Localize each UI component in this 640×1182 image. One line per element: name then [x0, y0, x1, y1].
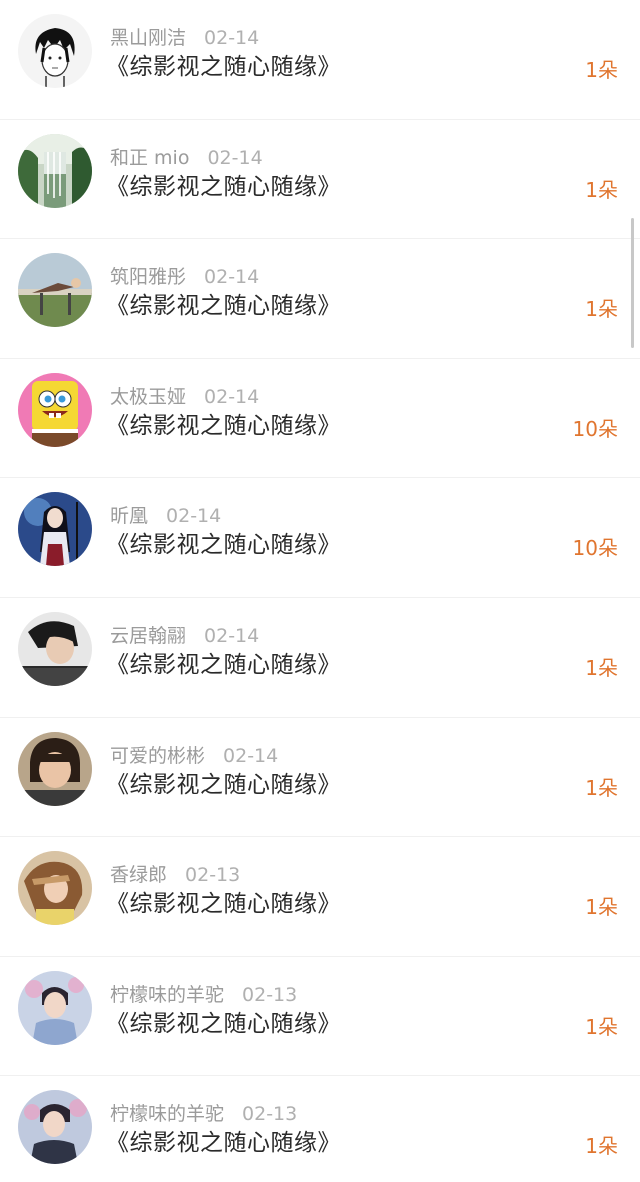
user-name[interactable]: 可爱的彬彬 [110, 745, 205, 767]
user-meta: 云居翰翮 02-14 [110, 624, 259, 648]
avatar[interactable] [18, 14, 92, 88]
date: 02-14 [207, 146, 263, 169]
user-name[interactable]: 和正 mio [110, 147, 189, 169]
flower-count: 1朵 [585, 58, 618, 82]
flower-count: 10朵 [572, 416, 618, 441]
book-title[interactable]: 《综影视之随心随缘》 [106, 172, 341, 202]
avatar[interactable] [18, 970, 92, 1045]
list-item[interactable]: 黑山刚洁 02-14 《综影视之随心随缘》 1朵 [0, 0, 640, 120]
list-item[interactable]: 香绿郎 02-13 《综影视之随心随缘》 1朵 [0, 837, 640, 957]
date: 02-13 [242, 983, 298, 1006]
avatar[interactable] [18, 372, 92, 447]
gift-list: 黑山刚洁 02-14 《综影视之随心随缘》 1朵 和正 mio 02-14 《综影视… [0, 0, 640, 1182]
user-meta: 黑山刚洁 02-14 [110, 26, 259, 50]
date: 02-14 [204, 27, 260, 49]
book-title[interactable]: 《综影视之随心随缘》 [106, 1128, 341, 1158]
list-item[interactable]: 太极玉娅 02-14 《综影视之随心随缘》 10朵 [0, 359, 640, 479]
date: 02-14 [204, 624, 260, 647]
user-meta: 可爱的彬彬 02-14 [110, 744, 278, 768]
avatar-image [18, 1090, 92, 1165]
flower-count: 1朵 [585, 177, 618, 202]
user-name[interactable]: 香绿郎 [110, 864, 167, 886]
date: 02-13 [242, 1103, 298, 1126]
date: 02-14 [204, 266, 260, 289]
avatar-image [18, 851, 92, 926]
user-meta: 柠檬味的羊驼 02-13 [110, 1102, 297, 1126]
avatar-image [18, 611, 92, 686]
avatar[interactable] [18, 253, 92, 328]
avatar[interactable] [18, 492, 92, 567]
list-item[interactable]: 可爱的彬彬 02-14 《综影视之随心随缘》 1朵 [0, 718, 640, 838]
date: 02-14 [223, 744, 279, 767]
flower-count: 10朵 [572, 536, 618, 561]
book-title[interactable]: 《综影视之随心随缘》 [106, 889, 341, 919]
flower-count: 1朵 [585, 297, 618, 322]
user-name[interactable]: 柠檬味的羊驼 [110, 984, 224, 1006]
avatar-image [18, 253, 92, 328]
list-item[interactable]: 柠檬味的羊驼 02-13 《综影视之随心随缘》 1朵 [0, 1076, 640, 1182]
list-item[interactable]: 昕凰 02-14 《综影视之随心随缘》 10朵 [0, 478, 640, 598]
avatar-image [18, 372, 92, 447]
list-item[interactable]: 柠檬味的羊驼 02-13 《综影视之随心随缘》 1朵 [0, 957, 640, 1077]
flower-count: 1朵 [585, 1134, 618, 1159]
book-title[interactable]: 《综影视之随心随缘》 [106, 52, 341, 82]
avatar-image [18, 14, 92, 88]
user-name[interactable]: 云居翰翮 [110, 625, 186, 647]
avatar[interactable] [18, 851, 92, 926]
user-name[interactable]: 筑阳雅彤 [110, 266, 186, 288]
user-name[interactable]: 柠檬味的羊驼 [110, 1103, 224, 1125]
book-title[interactable]: 《综影视之随心随缘》 [106, 530, 341, 560]
user-name[interactable]: 太极玉娅 [110, 386, 186, 408]
user-meta: 筑阳雅彤 02-14 [110, 265, 259, 289]
book-title[interactable]: 《综影视之随心随缘》 [106, 770, 341, 800]
user-meta: 太极玉娅 02-14 [110, 385, 259, 409]
user-name[interactable]: 昕凰 [110, 505, 148, 527]
list-item[interactable]: 筑阳雅彤 02-14 《综影视之随心随缘》 1朵 [0, 239, 640, 359]
user-name[interactable]: 黑山刚洁 [110, 27, 186, 49]
user-meta: 柠檬味的羊驼 02-13 [110, 983, 297, 1007]
avatar-image [18, 133, 92, 208]
book-title[interactable]: 《综影视之随心随缘》 [106, 650, 341, 680]
flower-count: 1朵 [585, 775, 618, 800]
scrollbar[interactable] [631, 218, 634, 348]
list-item[interactable]: 云居翰翮 02-14 《综影视之随心随缘》 1朵 [0, 598, 640, 718]
avatar-image [18, 731, 92, 806]
list-item[interactable]: 和正 mio 02-14 《综影视之随心随缘》 1朵 [0, 120, 640, 240]
flower-count: 1朵 [585, 895, 618, 920]
avatar-image [18, 970, 92, 1045]
flower-count: 1朵 [585, 1014, 618, 1039]
user-meta: 和正 mio 02-14 [110, 146, 263, 170]
avatar[interactable] [18, 611, 92, 686]
avatar[interactable] [18, 133, 92, 208]
book-title[interactable]: 《综影视之随心随缘》 [106, 291, 341, 321]
date: 02-14 [166, 505, 222, 528]
date: 02-14 [204, 385, 260, 408]
book-title[interactable]: 《综影视之随心随缘》 [106, 1009, 341, 1039]
flower-count: 1朵 [585, 655, 618, 680]
user-meta: 香绿郎 02-13 [110, 863, 240, 887]
avatar-image [18, 492, 92, 567]
book-title[interactable]: 《综影视之随心随缘》 [106, 411, 341, 441]
avatar[interactable] [18, 731, 92, 806]
user-meta: 昕凰 02-14 [110, 504, 221, 528]
date: 02-13 [185, 864, 241, 887]
avatar[interactable] [18, 1090, 92, 1165]
